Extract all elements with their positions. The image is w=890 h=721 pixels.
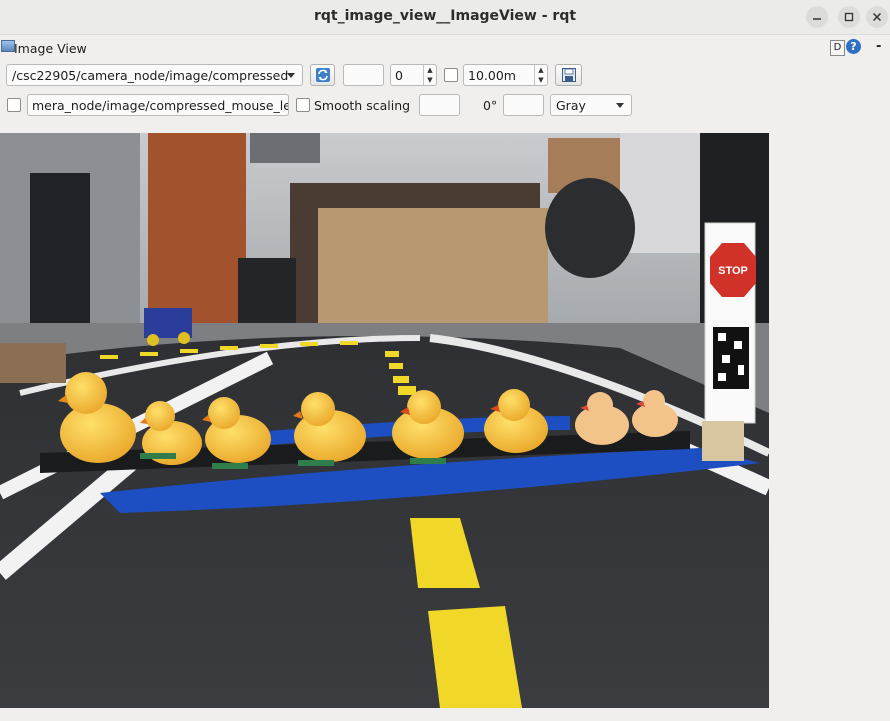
blank-field-1[interactable]	[343, 64, 384, 86]
max-range-value: 10.00m	[468, 68, 516, 83]
rotation-spinbox[interactable]: 0 ▲ ▼	[390, 64, 437, 86]
refresh-icon	[315, 68, 330, 82]
maximize-icon	[844, 12, 854, 22]
mouse-publish-checkbox[interactable]	[7, 98, 21, 112]
stop-sign-text: STOP	[718, 265, 748, 277]
topic-select[interactable]: /csc22905/camera_node/image/compressed	[6, 64, 303, 86]
mouse-topic-field[interactable]: mera_node/image/compressed_mouse_left	[27, 94, 289, 116]
chevron-down-icon	[287, 73, 295, 78]
smooth-scaling-checkbox[interactable]	[296, 98, 310, 112]
topic-value: /csc22905/camera_node/image/compressed	[12, 68, 289, 83]
colormap-value: Gray	[556, 98, 586, 113]
title-bar: rqt_image_view__ImageView - rqt	[0, 0, 890, 35]
maximize-button[interactable]	[838, 6, 860, 28]
spin-arrows-icon[interactable]: ▲ ▼	[534, 65, 547, 85]
camera-image[interactable]: STOP	[0, 133, 769, 708]
image-view-icon	[1, 40, 15, 52]
blank-field-2[interactable]	[419, 94, 460, 116]
plugin-header: Image View D ? -	[0, 38, 890, 58]
spin-arrows-icon[interactable]: ▲ ▼	[423, 65, 436, 85]
smooth-scaling-label: Smooth scaling	[314, 98, 411, 113]
camera-scene: STOP	[0, 133, 769, 708]
help-button[interactable]: ?	[846, 39, 861, 54]
close-icon	[872, 12, 882, 22]
minimize-button[interactable]	[806, 6, 828, 28]
dock-button[interactable]: D	[830, 40, 845, 56]
close-plugin-button[interactable]: -	[876, 39, 881, 54]
range-checkbox[interactable]	[444, 68, 458, 82]
minimize-icon	[813, 18, 821, 20]
max-range-spinbox[interactable]: 10.00m ▲ ▼	[463, 64, 548, 86]
rotation-angle-label: 0°	[483, 98, 498, 113]
colormap-select[interactable]: Gray	[550, 94, 632, 116]
window-title: rqt_image_view__ImageView - rqt	[313, 8, 577, 24]
save-image-button[interactable]	[555, 64, 582, 86]
close-window-button[interactable]	[866, 6, 888, 28]
chevron-down-icon	[616, 103, 624, 108]
blank-field-3[interactable]	[503, 94, 544, 116]
save-icon	[561, 68, 576, 82]
rotation-value: 0	[395, 68, 403, 83]
plugin-title: Image View	[14, 41, 87, 56]
refresh-topics-button[interactable]	[310, 64, 335, 86]
